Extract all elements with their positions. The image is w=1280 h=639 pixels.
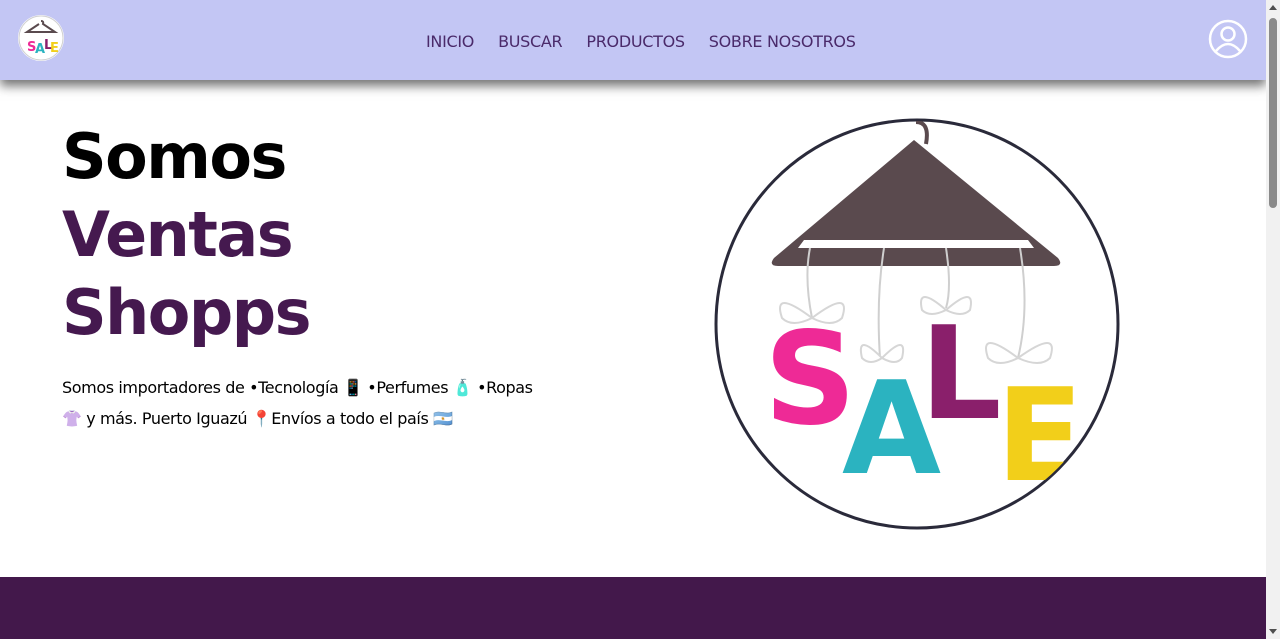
sale-hanger-logo-icon: S A L E [18,15,64,61]
footer-band [0,577,1266,639]
hero-description-line-1: Somos importadores de •Tecnología 📱 •Per… [62,378,533,397]
nav-link-productos[interactable]: PRODUCTOS [586,32,685,51]
brand-logo[interactable]: S A L E [18,15,64,61]
scrollbar-thumb[interactable] [1269,18,1277,208]
main-nav: INICIO BUSCAR PRODUCTOS SOBRE NOSOTROS [426,30,856,52]
scroll-up-arrow-icon[interactable] [1266,0,1280,16]
svg-text:L: L [920,300,1002,449]
hero-title-line-3: Shopps [62,276,312,349]
hero-description: Somos importadores de •Tecnología 📱 •Per… [62,372,602,434]
vertical-scrollbar[interactable] [1266,0,1280,639]
nav-link-sobre-nosotros[interactable]: SOBRE NOSOTROS [709,32,856,51]
hero-title: Somos Ventas Shopps [62,118,622,352]
navbar: S A L E INICIO BUSCAR PRODUCTOS SOBRE NO… [0,0,1266,80]
svg-text:E: E [50,41,59,56]
scroll-down-arrow-icon[interactable] [1266,623,1280,639]
hero-description-line-2: 👚 y más. Puerto Iguazú 📍Envíos a todo el… [62,409,453,428]
nav-link-inicio[interactable]: INICIO [426,32,474,51]
hero-title-line-1: Somos [62,120,287,193]
page: S A L E INICIO BUSCAR PRODUCTOS SOBRE NO… [0,0,1266,639]
sale-hanger-image-icon: S A L E [714,118,1120,530]
nav-link-buscar[interactable]: BUSCAR [498,32,563,51]
user-circle-icon[interactable] [1208,19,1248,59]
hero-title-line-2: Ventas [62,198,294,271]
svg-text:E: E [996,362,1083,511]
